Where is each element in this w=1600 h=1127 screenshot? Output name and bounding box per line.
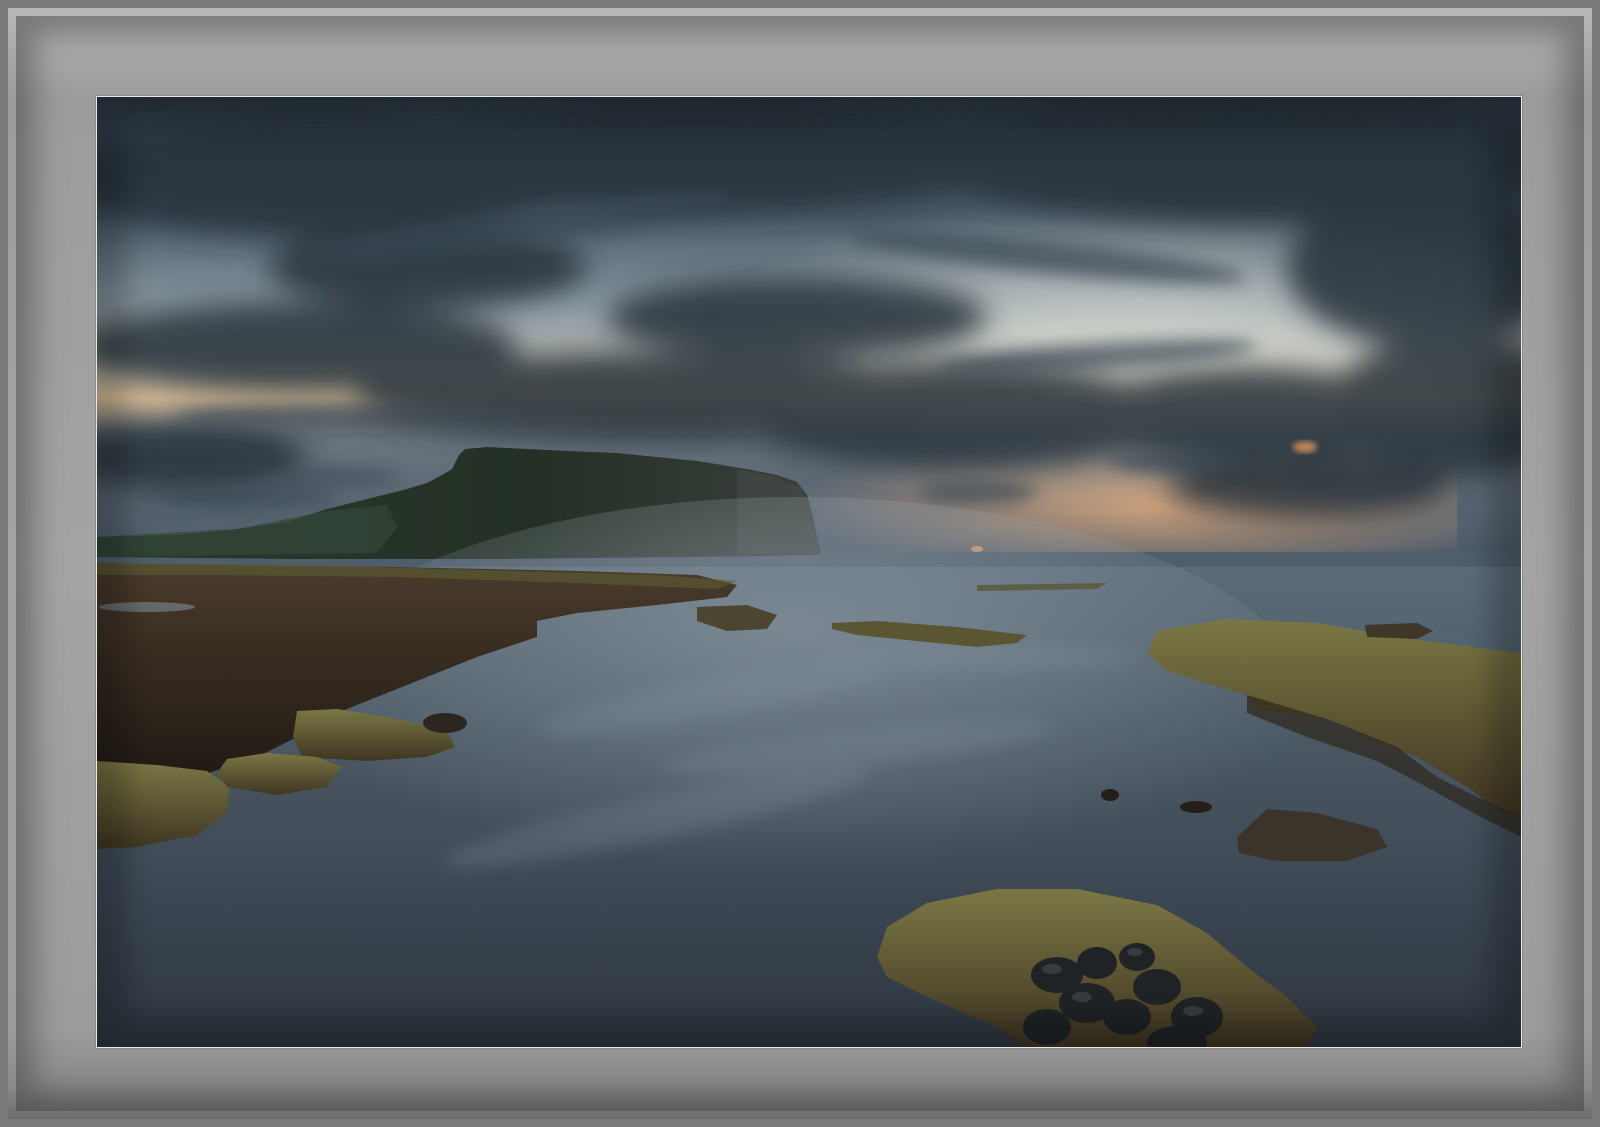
rock-dot-2 xyxy=(1180,801,1212,813)
photo-frame xyxy=(96,96,1522,1048)
photo-mat xyxy=(0,0,1600,1127)
sunlit-cloud xyxy=(1293,441,1317,453)
rock-pebble xyxy=(423,713,467,733)
seascape-photo xyxy=(97,97,1521,1047)
rock-dot-1 xyxy=(1101,789,1119,801)
